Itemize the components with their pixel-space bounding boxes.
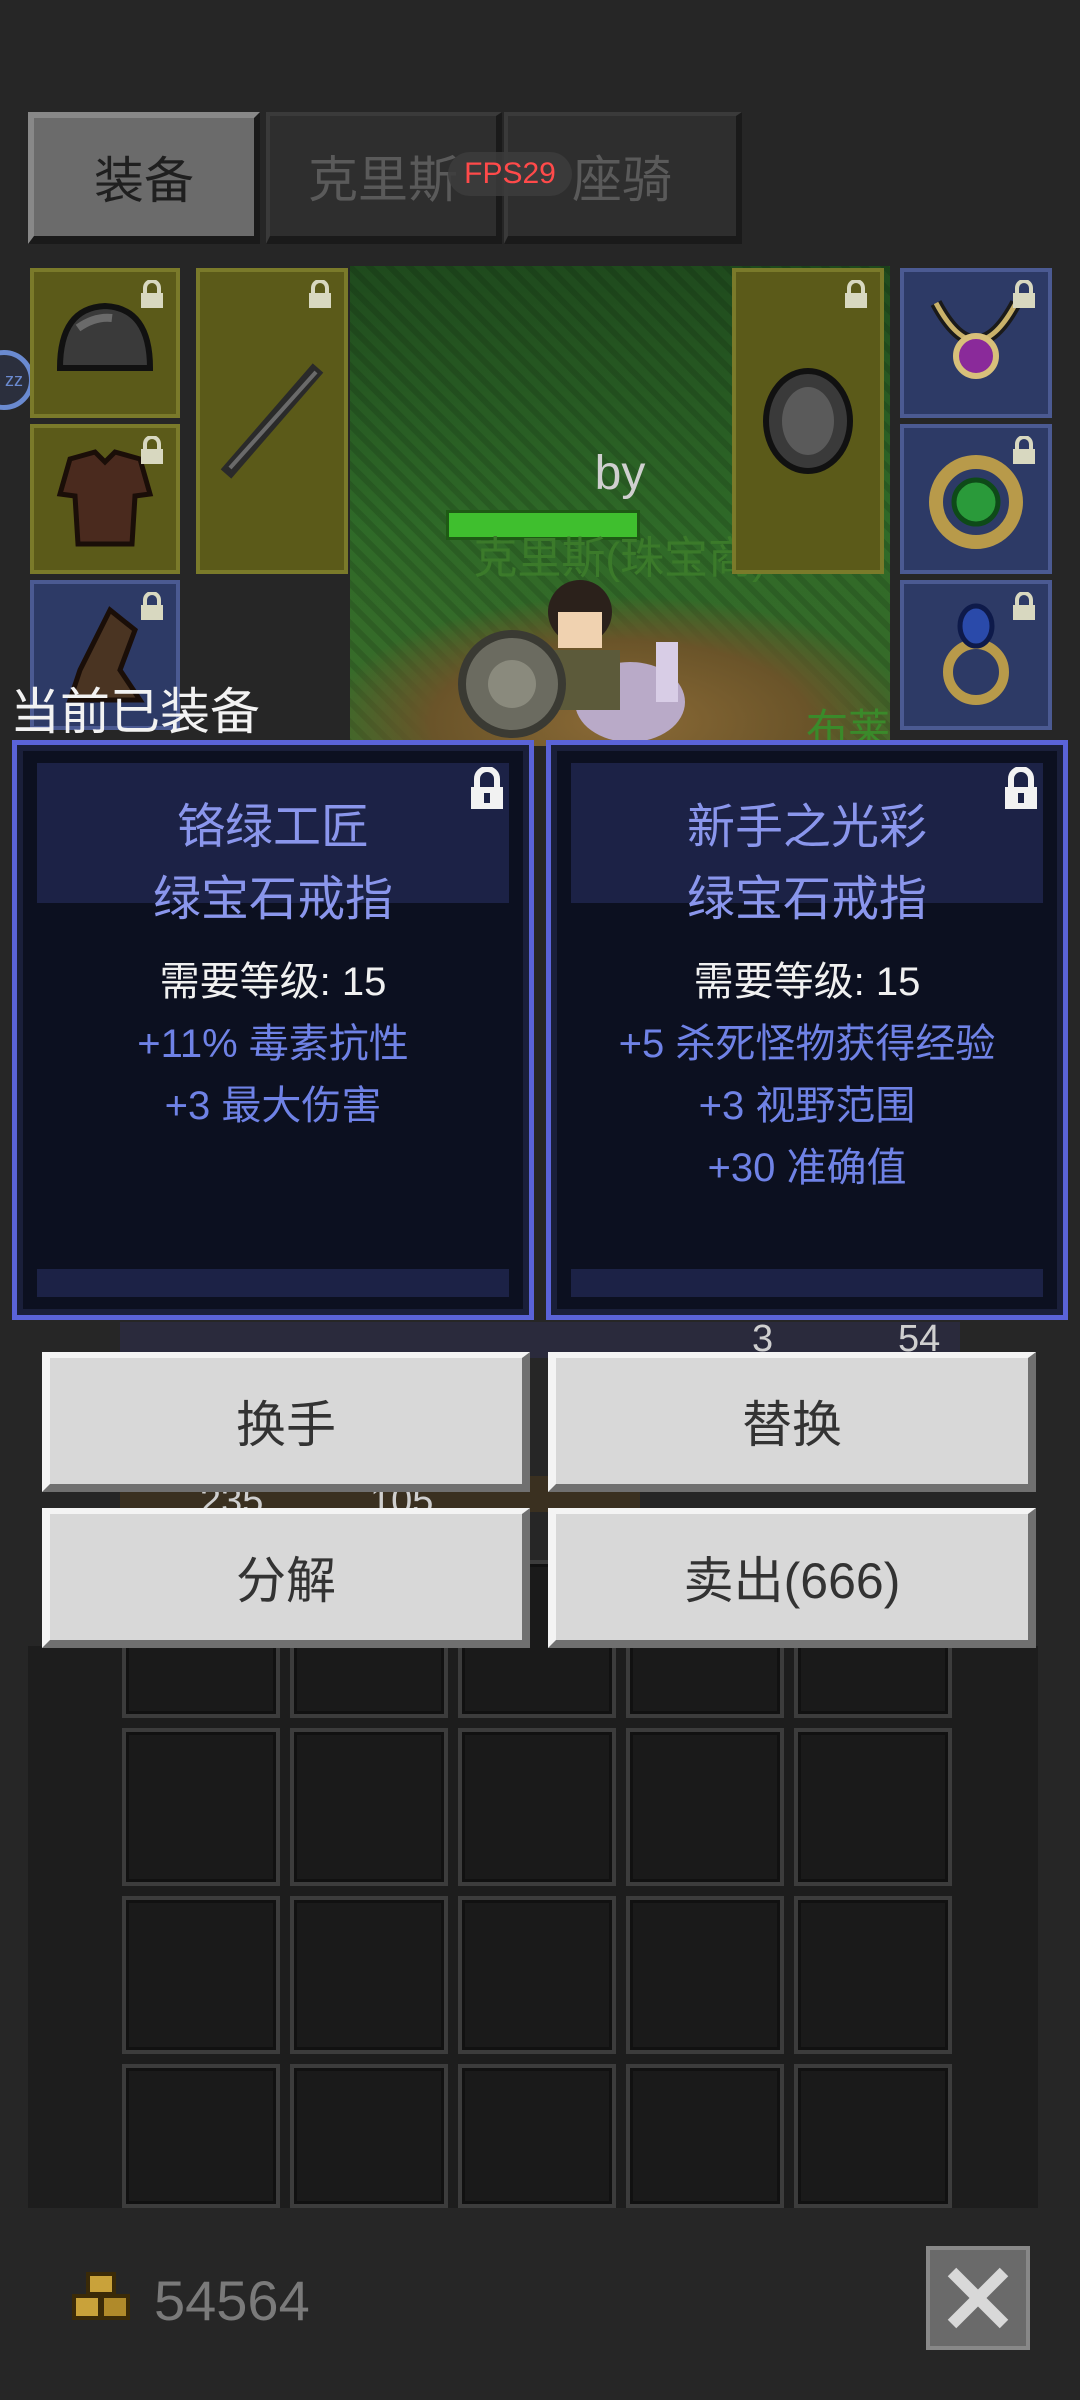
close-button[interactable] bbox=[926, 2246, 1030, 2350]
item-stat: +11% 毒素抗性 bbox=[137, 1022, 409, 1066]
inventory-slot[interactable] bbox=[458, 2064, 616, 2208]
card-footer bbox=[37, 1269, 509, 1297]
ring-slot-1[interactable] bbox=[900, 424, 1052, 574]
close-icon bbox=[947, 2267, 1009, 2329]
gold-amount: 54564 bbox=[154, 2269, 310, 2332]
fps-counter: FPS29 bbox=[448, 152, 572, 196]
spear-icon bbox=[220, 363, 324, 479]
item-stat: +5 杀死怪物获得经验 bbox=[618, 1022, 996, 1066]
sell-button[interactable]: 卖出(666) bbox=[548, 1508, 1036, 1648]
gold-coins-icon bbox=[72, 2272, 130, 2320]
amulet-slot[interactable] bbox=[900, 268, 1052, 418]
level-requirement: 需要等级: 15 bbox=[693, 960, 921, 1004]
ring-slot-2[interactable] bbox=[900, 580, 1052, 730]
lock-icon bbox=[1013, 592, 1035, 620]
inventory-slot[interactable] bbox=[122, 1896, 280, 2054]
zz-icon[interactable]: zz bbox=[0, 350, 34, 410]
inventory-slot[interactable] bbox=[626, 1896, 784, 2054]
lock-icon bbox=[141, 592, 163, 620]
shield-icon bbox=[763, 368, 853, 474]
lock-icon bbox=[845, 280, 867, 308]
helmet-icon bbox=[56, 302, 154, 371]
item-name-prefix: 新手之光彩 bbox=[686, 801, 927, 854]
lock-icon bbox=[1013, 280, 1035, 308]
inventory-slot[interactable] bbox=[794, 2064, 952, 2208]
currently-equipped-label: 当前已装备 bbox=[10, 684, 260, 740]
tab-character-label: 克里斯 bbox=[308, 152, 458, 208]
inventory-slot[interactable] bbox=[290, 1896, 448, 2054]
inventory-slot[interactable] bbox=[626, 1728, 784, 1886]
tab-mount-label: 座骑 bbox=[572, 152, 672, 208]
lock-icon bbox=[1013, 436, 1035, 464]
lock-icon bbox=[141, 280, 163, 308]
weapon-slot[interactable] bbox=[196, 268, 348, 574]
item-stat: +3 最大伤害 bbox=[164, 1084, 382, 1128]
compared-item-card: 新手之光彩 绿宝石戒指 需要等级: 15 +5 杀死怪物获得经验 +3 视野范围… bbox=[546, 740, 1068, 1320]
equipped-item-card: 铬绿工匠 绿宝石戒指 需要等级: 15 +11% 毒素抗性 +3 最大伤害 bbox=[12, 740, 534, 1320]
replace-button[interactable]: 替换 bbox=[548, 1352, 1036, 1492]
armor-slot[interactable] bbox=[30, 424, 180, 574]
inventory-slot[interactable] bbox=[122, 1728, 280, 1886]
inventory-slot[interactable] bbox=[626, 2064, 784, 2208]
item-name: 绿宝石戒指 bbox=[152, 873, 393, 926]
lock-icon bbox=[309, 280, 331, 308]
level-requirement: 需要等级: 15 bbox=[159, 960, 387, 1004]
inventory-slot[interactable] bbox=[122, 2064, 280, 2208]
card-footer bbox=[571, 1269, 1043, 1297]
inventory-slot[interactable] bbox=[290, 2064, 448, 2208]
tab-equipment[interactable]: 装备 bbox=[28, 112, 260, 244]
shield-slot[interactable] bbox=[732, 268, 884, 574]
inventory-slot[interactable] bbox=[794, 1728, 952, 1886]
item-stat: +3 视野范围 bbox=[698, 1084, 916, 1128]
inventory-slot[interactable] bbox=[458, 1728, 616, 1886]
inventory-slot[interactable] bbox=[794, 1896, 952, 2054]
inventory-slot[interactable] bbox=[290, 1728, 448, 1886]
inventory-slot[interactable] bbox=[458, 1896, 616, 2054]
item-name-prefix: 铬绿工匠 bbox=[176, 801, 369, 854]
lock-icon bbox=[141, 436, 163, 464]
tab-equipment-label: 装备 bbox=[94, 153, 194, 209]
item-name: 绿宝石戒指 bbox=[686, 873, 927, 926]
dismantle-button[interactable]: 分解 bbox=[42, 1508, 530, 1648]
character-sprite-icon bbox=[458, 580, 685, 742]
helmet-slot[interactable] bbox=[30, 268, 180, 418]
swap-hand-button[interactable]: 换手 bbox=[42, 1352, 530, 1492]
item-stat: +30 准确值 bbox=[707, 1146, 907, 1190]
